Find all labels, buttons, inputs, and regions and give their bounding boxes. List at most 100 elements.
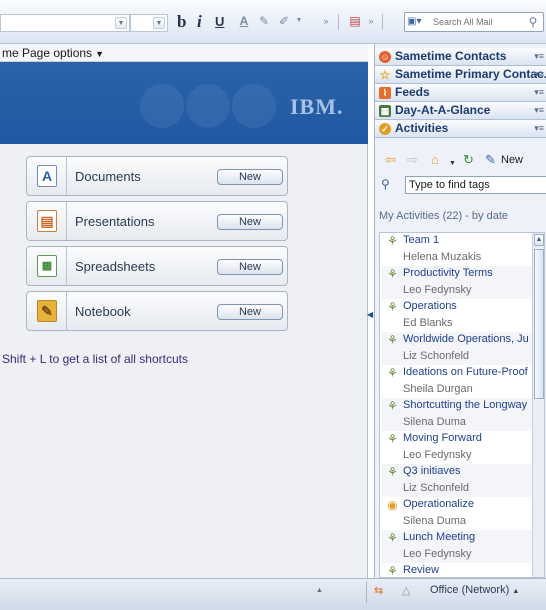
ibm-banner: IBM.: [0, 62, 368, 144]
panel-activities[interactable]: ✓ Activities ▾≡: [375, 120, 546, 138]
home-page-options-label: me Page options: [2, 46, 93, 60]
list-item[interactable]: ⚘ Productivity Terms Leo Fedynsky: [382, 266, 532, 299]
home-icon[interactable]: ⌂: [431, 152, 439, 168]
activity-title[interactable]: Ideations on Future-Proof: [403, 366, 533, 378]
collapse-sidebar-icon[interactable]: ◀: [367, 310, 374, 320]
activity-owner: Ed Blanks: [403, 317, 453, 329]
activity-owner: Leo Fedynsky: [403, 449, 472, 461]
search-scope-dropdown[interactable]: ▣▾: [407, 14, 429, 30]
new-spreadsheet-button[interactable]: New: [217, 259, 283, 275]
activity-title[interactable]: Operations: [403, 300, 533, 312]
marker-icon[interactable]: ✐: [277, 13, 291, 29]
search-icon[interactable]: ⚲: [525, 14, 541, 30]
back-arrow-icon[interactable]: ⇦: [385, 152, 396, 168]
app-row-notebook[interactable]: ✎ Notebook New: [26, 291, 288, 331]
home-page-options-menu[interactable]: me Page options ▼: [0, 44, 368, 62]
app-row-spreadsheets[interactable]: ▦ Spreadsheets New: [26, 246, 288, 286]
app-row-presentations[interactable]: ▤ Presentations New: [26, 201, 288, 241]
notebook-icon: ✎: [37, 300, 57, 322]
list-item[interactable]: ⚘ Review: [382, 563, 533, 577]
mail-search-box: ▣▾ ⚲: [404, 12, 544, 32]
activity-title[interactable]: Moving Forward: [403, 432, 533, 444]
decorative-circle: [186, 84, 230, 128]
panel-menu-icon[interactable]: ▾≡: [534, 84, 544, 101]
list-item[interactable]: ⚘ Lunch Meeting Leo Fedynsky: [382, 530, 532, 563]
tag-search: ⚲: [381, 176, 546, 194]
chevron-down-icon[interactable]: ▼: [449, 156, 456, 172]
activity-icon: ⚘: [387, 234, 398, 248]
tag-search-input[interactable]: [405, 176, 546, 194]
activity-title[interactable]: Lunch Meeting: [403, 531, 533, 543]
activity-title[interactable]: Q3 initiaves: [403, 465, 533, 477]
new-presentation-button[interactable]: New: [217, 214, 283, 230]
status-divider: [366, 581, 367, 603]
underline-button[interactable]: U: [215, 11, 224, 33]
list-item[interactable]: ⚘ Moving Forward Leo Fedynsky: [382, 431, 532, 464]
activity-title[interactable]: Worldwide Operations, Ju: [403, 333, 533, 345]
new-activity-button[interactable]: New: [501, 154, 523, 166]
panel-title: Sametime Contacts: [395, 49, 507, 63]
italic-button[interactable]: i: [197, 11, 202, 33]
list-item[interactable]: ⚘ Operations Ed Blanks: [382, 299, 532, 332]
location-status[interactable]: Office (Network) ▲: [430, 584, 519, 596]
chevron-down-icon: ▼: [153, 17, 165, 29]
star-icon: ☆: [379, 68, 391, 82]
scrollbar-thumb[interactable]: [534, 249, 544, 399]
list-item[interactable]: ⚘ Ideations on Future-Proof Sheila Durga…: [382, 365, 532, 398]
icon-frame: ▤: [27, 202, 67, 240]
activity-icon: ⚘: [387, 366, 398, 380]
activities-scrollbar[interactable]: ▲: [532, 233, 544, 577]
panel-sametime-contacts[interactable]: ☺ Sametime Contacts ▾≡: [375, 48, 546, 66]
scroll-up-icon[interactable]: ▲: [534, 234, 544, 246]
activity-owner: Helena Muzakis: [403, 251, 482, 263]
highlight-icon[interactable]: ✎: [257, 13, 271, 29]
new-activity-icon[interactable]: ✎: [485, 152, 496, 168]
list-item[interactable]: ⚘ Q3 initiaves Liz Schonfeld: [382, 464, 532, 497]
new-notebook-button[interactable]: New: [217, 304, 283, 320]
activity-icon: ⚘: [387, 267, 398, 281]
panel-day-at-a-glance[interactable]: ▦ Day-At-A-Glance ▾≡: [375, 102, 546, 120]
font-size-select[interactable]: ▼: [130, 14, 168, 32]
chevron-down-icon[interactable]: ▼: [292, 13, 306, 29]
new-document-button[interactable]: New: [217, 169, 283, 185]
more-options-icon[interactable]: »: [364, 13, 378, 29]
sametime-status-icon[interactable]: ⇆: [374, 584, 383, 597]
right-sidebar: ☺ Sametime Contacts ▾≡ ☆ Sametime Primar…: [374, 44, 546, 578]
app-row-documents[interactable]: A Documents New: [26, 156, 288, 196]
font-family-select[interactable]: ▼: [0, 14, 130, 32]
app-label: Notebook: [75, 304, 131, 319]
activity-title[interactable]: Productivity Terms: [403, 267, 533, 279]
keyboard-shortcut-hint: Shift + L to get a list of all shortcuts: [2, 352, 188, 366]
caret-up-icon[interactable]: ▲: [316, 587, 323, 594]
activity-owner: Liz Schonfeld: [403, 482, 470, 494]
activities-list-header[interactable]: My Activities (22) - by date: [379, 210, 508, 222]
bold-button[interactable]: b: [177, 11, 186, 33]
status-bar: ▲ ⇆ △ Office (Network) ▲: [0, 578, 546, 610]
panel-feeds[interactable]: ⌇ Feeds ▾≡: [375, 84, 546, 102]
flag-icon[interactable]: ▤: [348, 13, 362, 29]
panel-menu-icon[interactable]: ▾≡: [534, 48, 544, 65]
sametime-icon: ☺: [379, 51, 391, 63]
mail-search-input[interactable]: [433, 15, 523, 29]
list-item[interactable]: ⚘ Worldwide Operations, Ju Liz Schonfeld: [382, 332, 532, 365]
activity-title[interactable]: Shortcutting the Longway: [403, 399, 533, 411]
panel-sametime-primary-contacts[interactable]: ☆ Sametime Primary Contac... ▾≡: [375, 66, 546, 84]
list-item[interactable]: ⚘ Team 1 Helena Muzakis: [382, 233, 532, 266]
more-options-icon[interactable]: »: [319, 13, 333, 29]
icon-frame: ▦: [27, 247, 67, 285]
activity-title[interactable]: Operationalize: [403, 498, 533, 510]
refresh-icon[interactable]: ↻: [463, 152, 474, 168]
warning-icon[interactable]: △: [402, 584, 410, 597]
text-color-icon[interactable]: A: [237, 13, 251, 29]
panel-title: Sametime Primary Contac...: [395, 67, 546, 81]
list-item[interactable]: ⚘ Shortcutting the Longway Silena Duma: [382, 398, 532, 431]
list-item[interactable]: ◉ Operationalize Silena Duma: [382, 497, 532, 530]
app-label: Presentations: [75, 214, 155, 229]
activity-title[interactable]: Review: [403, 564, 533, 576]
activity-title[interactable]: Team 1: [403, 234, 533, 246]
panel-menu-icon[interactable]: ▾≡: [534, 66, 544, 83]
panel-menu-icon[interactable]: ▾≡: [534, 120, 544, 137]
panel-menu-icon[interactable]: ▾≡: [534, 102, 544, 119]
forward-arrow-icon[interactable]: ⇨: [407, 152, 418, 168]
app-label: Documents: [75, 169, 141, 184]
